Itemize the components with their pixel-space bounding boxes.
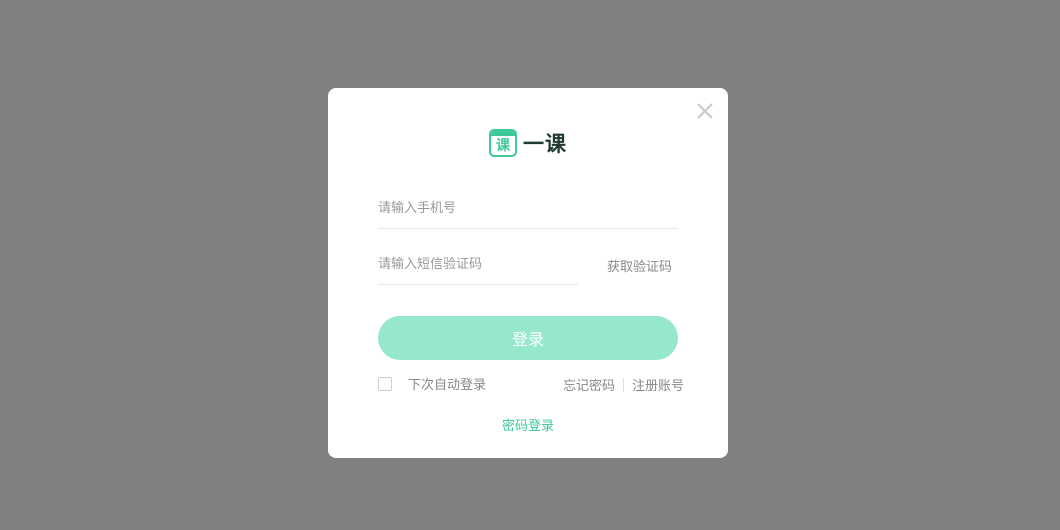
logo-mark-char: 课 [496,137,510,154]
close-button[interactable] [696,102,714,120]
remember-checkbox[interactable] [378,376,392,391]
sms-code-input[interactable] [378,244,578,285]
get-code-button[interactable]: 获取验证码 [607,256,672,275]
password-login-link[interactable]: 密码登录 [328,415,728,434]
brand-name: 一课 [523,132,567,156]
login-button[interactable]: 登录 [378,316,678,360]
brand-logo: 课 一课 [328,128,728,158]
phone-input[interactable] [378,188,678,229]
account-links: 忘记密码 注册账号 [563,375,684,394]
logo-icon: 课 [489,129,517,157]
close-icon [697,103,713,119]
link-divider [622,377,624,392]
remember-me: 下次自动登录 [378,374,486,393]
remember-label: 下次自动登录 [408,378,487,393]
forgot-password-link[interactable]: 忘记密码 [563,375,615,394]
register-link[interactable]: 注册账号 [632,375,684,394]
login-dialog: 课 一课 获取验证码 登录 下次自动登录 忘记密码 注册账号 密码登录 [328,88,728,458]
